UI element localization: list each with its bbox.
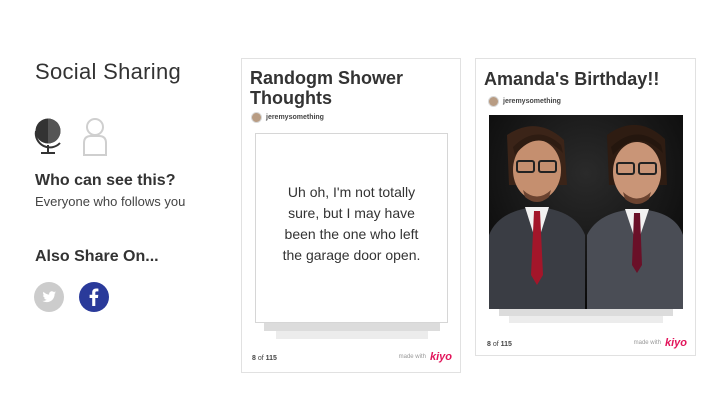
page-total: 115 — [265, 355, 277, 362]
facebook-share-button[interactable] — [79, 282, 109, 312]
twitter-icon — [34, 282, 64, 312]
photo-two-men — [489, 115, 683, 309]
made-with-kiyo: made with kiyo — [399, 351, 452, 363]
page-of: of — [257, 355, 264, 362]
card-shower-thoughts[interactable]: Randogm Shower Thoughts jeremysomething … — [241, 58, 461, 373]
page-total: 115 — [500, 341, 512, 348]
page-of: of — [492, 341, 499, 348]
social-sharing-panel: Social Sharing Who can see this? Everyon… — [0, 0, 235, 416]
globe-icon[interactable] — [34, 117, 68, 157]
kiyo-logo: kiyo — [664, 337, 687, 349]
person-icon[interactable] — [82, 117, 116, 157]
card-stack-shadow — [499, 308, 673, 316]
photo-slide — [489, 115, 683, 309]
quote-line: sure, but I may have — [288, 205, 415, 221]
card-title-line2: Thoughts — [250, 88, 332, 108]
made-with-kiyo: made with kiyo — [634, 337, 687, 349]
quote-line: Uh oh, I'm not totally — [287, 184, 416, 200]
author-name: jeremysomething — [503, 97, 561, 105]
page-counter: 8 of 115 — [252, 355, 277, 362]
kiyo-logo: kiyo — [429, 351, 452, 363]
twitter-share-button[interactable] — [34, 282, 64, 312]
card-stack-shadow — [509, 316, 663, 323]
card-stack-shadow — [264, 323, 440, 331]
quote-slide: Uh oh, I'm not totally sure, but I may h… — [255, 133, 448, 323]
also-share-heading: Also Share On... — [35, 248, 159, 265]
avatar — [251, 111, 262, 123]
card-author[interactable]: jeremysomething — [251, 111, 324, 123]
quote-line: been the one who left — [284, 226, 419, 242]
made-with-label: made with — [633, 340, 661, 346]
facebook-icon — [79, 282, 109, 312]
page-counter: 8 of 115 — [487, 341, 512, 348]
card-title: Amanda's Birthday!! — [484, 69, 660, 89]
author-name: jeremysomething — [266, 113, 324, 121]
card-amandas-birthday[interactable]: Amanda's Birthday!! jeremysomething 8 of… — [475, 58, 696, 356]
card-author[interactable]: jeremysomething — [488, 95, 561, 107]
card-title-line1: Randogm Shower — [250, 68, 404, 88]
who-can-see-value: Everyone who follows you — [35, 194, 186, 209]
panel-title: Social Sharing — [35, 59, 182, 84]
who-can-see-heading: Who can see this? — [35, 172, 176, 189]
card-stack-shadow — [276, 331, 428, 339]
page-current: 8 — [487, 341, 491, 348]
made-with-label: made with — [398, 354, 426, 360]
quote-line: the garage door open. — [282, 247, 421, 263]
avatar — [488, 95, 499, 107]
page-current: 8 — [252, 355, 256, 362]
